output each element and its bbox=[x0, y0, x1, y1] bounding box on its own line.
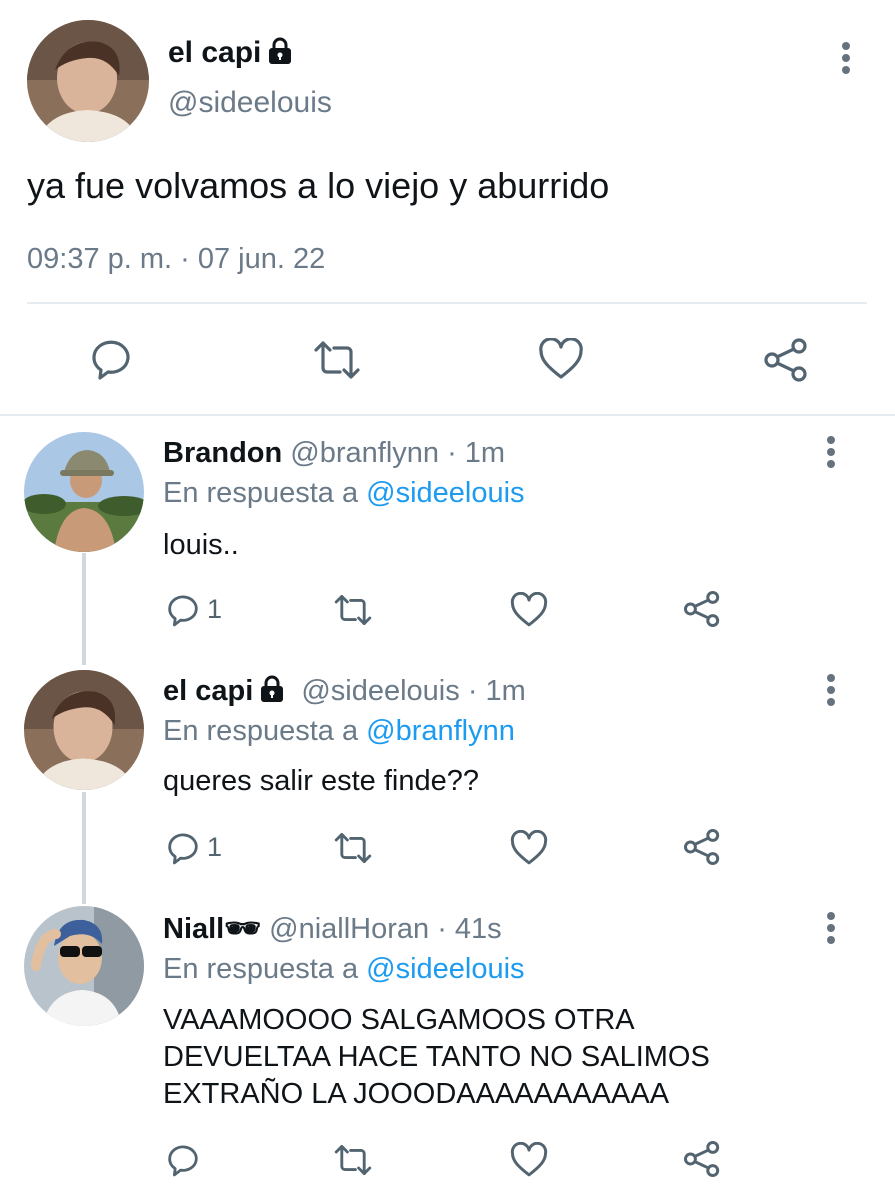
thread-connector-line bbox=[82, 553, 86, 665]
reply-like-icon[interactable] bbox=[510, 592, 548, 628]
reply-reply-count: 1 bbox=[207, 594, 223, 624]
reply-reply-icon[interactable] bbox=[165, 1142, 201, 1178]
reply-like-icon[interactable] bbox=[510, 1142, 548, 1178]
reply-more-vertical-icon[interactable] bbox=[821, 672, 841, 708]
reply-text-line: VAAAMOOOO SALGAMOOS OTRA bbox=[163, 1004, 635, 1036]
reply-display-name: Niall🕶 bbox=[163, 913, 262, 945]
main-author-avatar[interactable] bbox=[27, 20, 149, 142]
lock-icon bbox=[259, 675, 285, 711]
main-timestamp-divider bbox=[27, 302, 867, 304]
reply-share-icon[interactable] bbox=[683, 590, 721, 628]
reply-author-avatar[interactable] bbox=[24, 906, 144, 1026]
reply-more-vertical-icon[interactable] bbox=[821, 910, 841, 946]
main-more-vertical-icon[interactable] bbox=[836, 40, 856, 76]
main-retweet-icon[interactable] bbox=[312, 340, 362, 380]
thread-connector-line bbox=[82, 792, 86, 904]
main-tweet-text: ya fue volvamos a lo viejo y aburrido bbox=[27, 165, 610, 206]
reply-prefix: En respuesta a bbox=[163, 953, 359, 985]
reply-header-row[interactable]: Brandon @branflynn · 1m bbox=[163, 436, 505, 470]
reply-age: · 41s bbox=[437, 913, 502, 945]
reply-display-name: Brandon bbox=[163, 437, 283, 469]
reply-text: queres salir este finde?? bbox=[163, 765, 479, 797]
reply-display-name: el capi bbox=[163, 675, 254, 707]
reply-age: · 1m bbox=[467, 675, 526, 707]
main-share-icon[interactable] bbox=[763, 337, 809, 383]
reply-text-line: DEVUELTAA HACE TANTO NO SALIMOS bbox=[163, 1041, 710, 1073]
reply-retweet-icon[interactable] bbox=[333, 594, 373, 626]
reply-author-avatar[interactable] bbox=[24, 432, 144, 552]
main-author-name-row[interactable]: el capi bbox=[168, 36, 293, 73]
reply-share-icon[interactable] bbox=[683, 1140, 721, 1178]
reply-like-icon[interactable] bbox=[510, 830, 548, 866]
reply-to-mention[interactable]: @sideelouis bbox=[366, 477, 524, 509]
reply-handle: @niallHoran bbox=[269, 913, 430, 945]
reply-in-reply-to: En respuesta a @sideelouis bbox=[163, 952, 525, 986]
reply-reply-icon[interactable] bbox=[165, 830, 201, 866]
reply-more-vertical-icon[interactable] bbox=[821, 434, 841, 470]
main-tweet-timestamp[interactable]: 09:37 p. m. · 07 jun. 22 bbox=[27, 242, 325, 276]
reply-to-mention[interactable]: @branflynn bbox=[366, 715, 515, 747]
reply-text-line: EXTRAÑO LA JOOODAAAAAAAAAAA bbox=[163, 1078, 670, 1110]
reply-retweet-icon[interactable] bbox=[333, 832, 373, 864]
reply-handle: @sideelouis bbox=[301, 675, 460, 707]
lock-icon bbox=[267, 37, 293, 73]
reply-prefix: En respuesta a bbox=[163, 477, 359, 509]
reply-header-row[interactable]: Niall🕶 @niallHoran · 41s bbox=[163, 912, 502, 946]
reply-retweet-icon[interactable] bbox=[333, 1144, 373, 1176]
reply-handle: @branflynn bbox=[290, 437, 440, 469]
reply-author-avatar[interactable] bbox=[24, 670, 144, 790]
reply-text: VAAAMOOOO SALGAMOOS OTRA DEVUELTAA HACE … bbox=[163, 1002, 710, 1113]
reply-text: louis.. bbox=[163, 529, 239, 561]
main-reply-icon[interactable] bbox=[88, 337, 134, 381]
reply-share-icon[interactable] bbox=[683, 828, 721, 866]
main-actions-divider bbox=[0, 414, 895, 416]
reply-age: · 1m bbox=[447, 437, 506, 469]
main-like-icon[interactable] bbox=[538, 338, 584, 380]
reply-reply-count: 1 bbox=[207, 832, 223, 862]
main-author-handle[interactable]: @sideelouis bbox=[168, 86, 332, 120]
reply-in-reply-to: En respuesta a @sideelouis bbox=[163, 476, 525, 510]
reply-reply-icon[interactable] bbox=[165, 592, 201, 628]
reply-header-row[interactable]: el capi @sideelouis · 1m bbox=[163, 674, 526, 711]
reply-to-mention[interactable]: @sideelouis bbox=[366, 953, 524, 985]
reply-prefix: En respuesta a bbox=[163, 715, 359, 747]
reply-in-reply-to: En respuesta a @branflynn bbox=[163, 714, 515, 748]
main-author-display-name: el capi bbox=[168, 36, 262, 69]
